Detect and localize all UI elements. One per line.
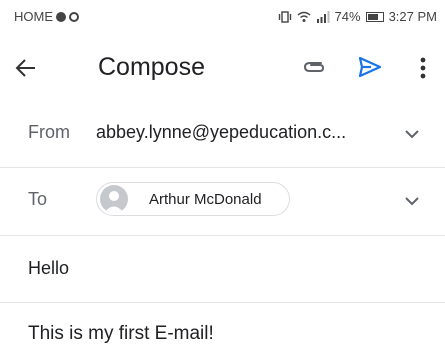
recipient-name: Arthur McDonald [149, 191, 262, 208]
person-icon [104, 191, 124, 213]
signal-icon [316, 10, 330, 23]
divider [0, 302, 445, 303]
more-vert-icon[interactable] [411, 54, 435, 82]
status-bar: HOME 74% 3:27 PM [0, 0, 445, 34]
chevron-down-icon[interactable] [404, 129, 420, 139]
divider [0, 167, 445, 168]
body-field[interactable]: This is my first E-mail! [28, 323, 214, 345]
avatar [100, 185, 128, 213]
status-right: 74% 3:27 PM [278, 9, 437, 24]
to-label: To [28, 189, 48, 209]
attach-icon[interactable] [300, 56, 326, 78]
to-row[interactable]: To Arthur McDonald [0, 182, 445, 216]
app-bar: Compose [0, 40, 445, 96]
chevron-down-icon[interactable] [404, 196, 420, 206]
battery-fill [367, 13, 378, 20]
page-title: Compose [98, 53, 205, 81]
send-icon[interactable] [357, 54, 383, 80]
vibrate-icon [278, 10, 291, 23]
from-address[interactable]: abbey.lynne@yepeducation.c... [96, 122, 346, 143]
from-label: From [28, 122, 70, 142]
battery-percent: 74% [334, 9, 361, 24]
notification-icon [69, 11, 79, 22]
wifi-icon [297, 11, 310, 22]
clock: 3:27 PM [388, 9, 437, 24]
chat-bubble-icon [56, 11, 66, 22]
status-left: HOME [14, 9, 79, 24]
from-row[interactable]: From abbey.lynne@yepeducation.c... [0, 120, 445, 150]
battery-icon [365, 11, 384, 22]
home-label: HOME [14, 9, 53, 24]
divider [0, 235, 445, 236]
back-arrow-icon[interactable] [12, 54, 40, 82]
recipient-chip[interactable]: Arthur McDonald [96, 182, 290, 216]
subject-field[interactable]: Hello [28, 258, 69, 279]
